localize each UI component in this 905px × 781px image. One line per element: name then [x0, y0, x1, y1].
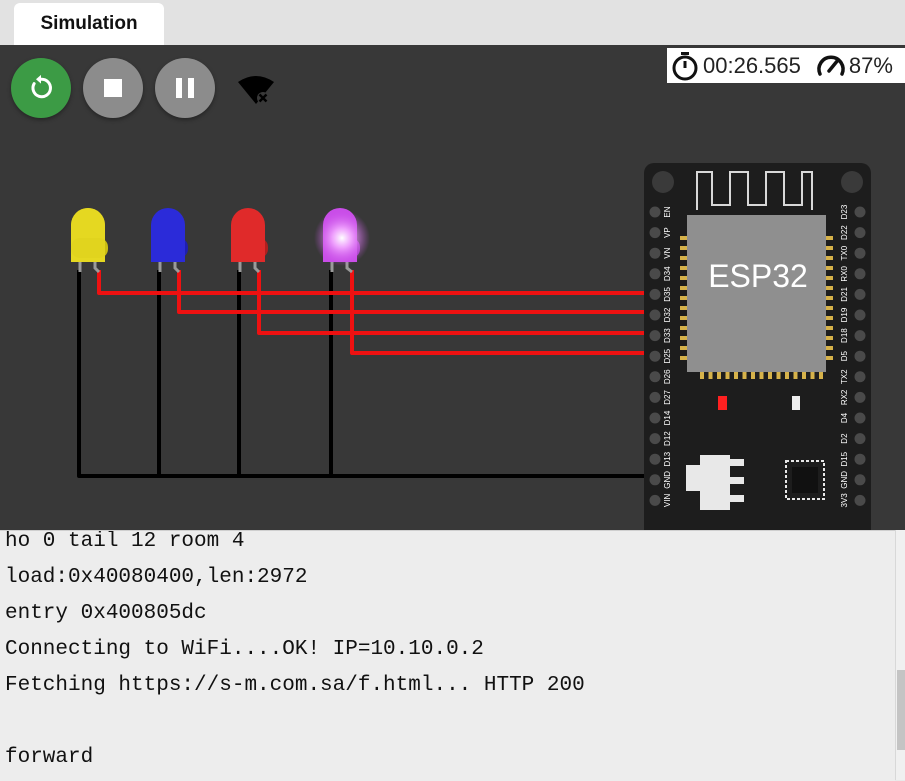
- console-scrollbar[interactable]: [895, 530, 905, 780]
- pin-label: 3V3: [840, 493, 849, 508]
- tab-simulation[interactable]: Simulation: [14, 3, 164, 45]
- pin-label: GND: [840, 471, 849, 489]
- pin-label: EN: [663, 206, 672, 217]
- pin-label: TX0: [840, 245, 849, 260]
- stop-icon: [104, 79, 122, 97]
- pin-label: D12: [663, 431, 672, 446]
- pin-label: D26: [663, 369, 672, 384]
- voltage-regulator: [700, 455, 730, 510]
- ground-wires: [77, 270, 656, 478]
- signal-wires: [97, 270, 656, 355]
- elapsed-time: 00:26.565: [703, 52, 801, 78]
- pin-label: D5: [840, 351, 849, 362]
- power-led: [718, 396, 727, 410]
- purple-led[interactable]: [314, 208, 370, 274]
- pin-label: D4: [840, 412, 849, 423]
- pin-label: VP: [663, 227, 672, 238]
- scrollbar-thumb[interactable]: [897, 670, 905, 750]
- blue-led[interactable]: [151, 208, 188, 274]
- console-line: ho 0 tail 12 room 4: [5, 530, 245, 553]
- pin-label: GND: [663, 471, 672, 489]
- pin-label: D14: [663, 410, 672, 425]
- pin-label: D35: [663, 287, 672, 302]
- stopwatch-icon: [672, 51, 698, 80]
- pin-label: VIN: [663, 494, 672, 508]
- speedometer-icon: [817, 55, 845, 76]
- restart-button[interactable]: [11, 58, 71, 118]
- circuit-diagram: ESP32 EN VP VN D34 D35 D32 D33 D25 D26 D27 D14 D12 D…: [71, 163, 871, 530]
- pin-label: D22: [840, 225, 849, 240]
- console-line: entry 0x400805dc: [5, 602, 207, 625]
- pin-label: D2: [840, 433, 849, 444]
- stop-button[interactable]: [83, 58, 143, 118]
- wifi-off-icon[interactable]: [236, 74, 276, 106]
- pin-label: D32: [663, 307, 672, 322]
- console-line: Connecting to WiFi....OK! IP=10.10.0.2: [5, 638, 484, 661]
- pin-label: TX2: [840, 369, 849, 384]
- console-line: forward: [5, 746, 94, 769]
- pause-button[interactable]: [155, 58, 215, 118]
- pin-label: D18: [840, 328, 849, 343]
- pin-label: D23: [840, 204, 849, 219]
- pin-label: D27: [663, 390, 672, 405]
- pin-label: D21: [840, 287, 849, 302]
- pin-label: D13: [663, 451, 672, 466]
- pin-label: D34: [663, 266, 672, 281]
- pin-label: D19: [840, 307, 849, 322]
- esp32-label: ESP32: [708, 258, 808, 294]
- console-line: load:0x40080400,len:2972: [5, 566, 308, 589]
- console-line: Fetching https://s-m.com.sa/f.html... HT…: [5, 674, 585, 697]
- status-bar: 00:26.565 87%: [667, 48, 905, 83]
- red-led[interactable]: [231, 208, 268, 274]
- simulation-canvas[interactable]: ESP32 EN VP VN D34 D35 D32 D33 D25 D26 D27 D14 D12 D…: [0, 45, 905, 530]
- pin-label: D25: [663, 348, 672, 363]
- restart-icon: [31, 74, 52, 99]
- tab-bar: Simulation: [0, 0, 905, 45]
- pin-label: D33: [663, 328, 672, 343]
- pin-label: D15: [840, 451, 849, 466]
- simulation-speed: 87%: [848, 52, 893, 78]
- serial-monitor[interactable]: ho 0 tail 12 room 4 load:0x40080400,len:…: [0, 530, 895, 781]
- pin-label: RX2: [840, 389, 849, 405]
- pin-label: RX0: [840, 265, 849, 281]
- yellow-led[interactable]: [71, 208, 108, 274]
- pin-label: VN: [663, 247, 672, 258]
- pause-icon: [176, 78, 194, 98]
- esp32-board[interactable]: ESP32 EN VP VN D34 D35 D32 D33 D25 D26 D27 D14 D12 D…: [644, 163, 871, 530]
